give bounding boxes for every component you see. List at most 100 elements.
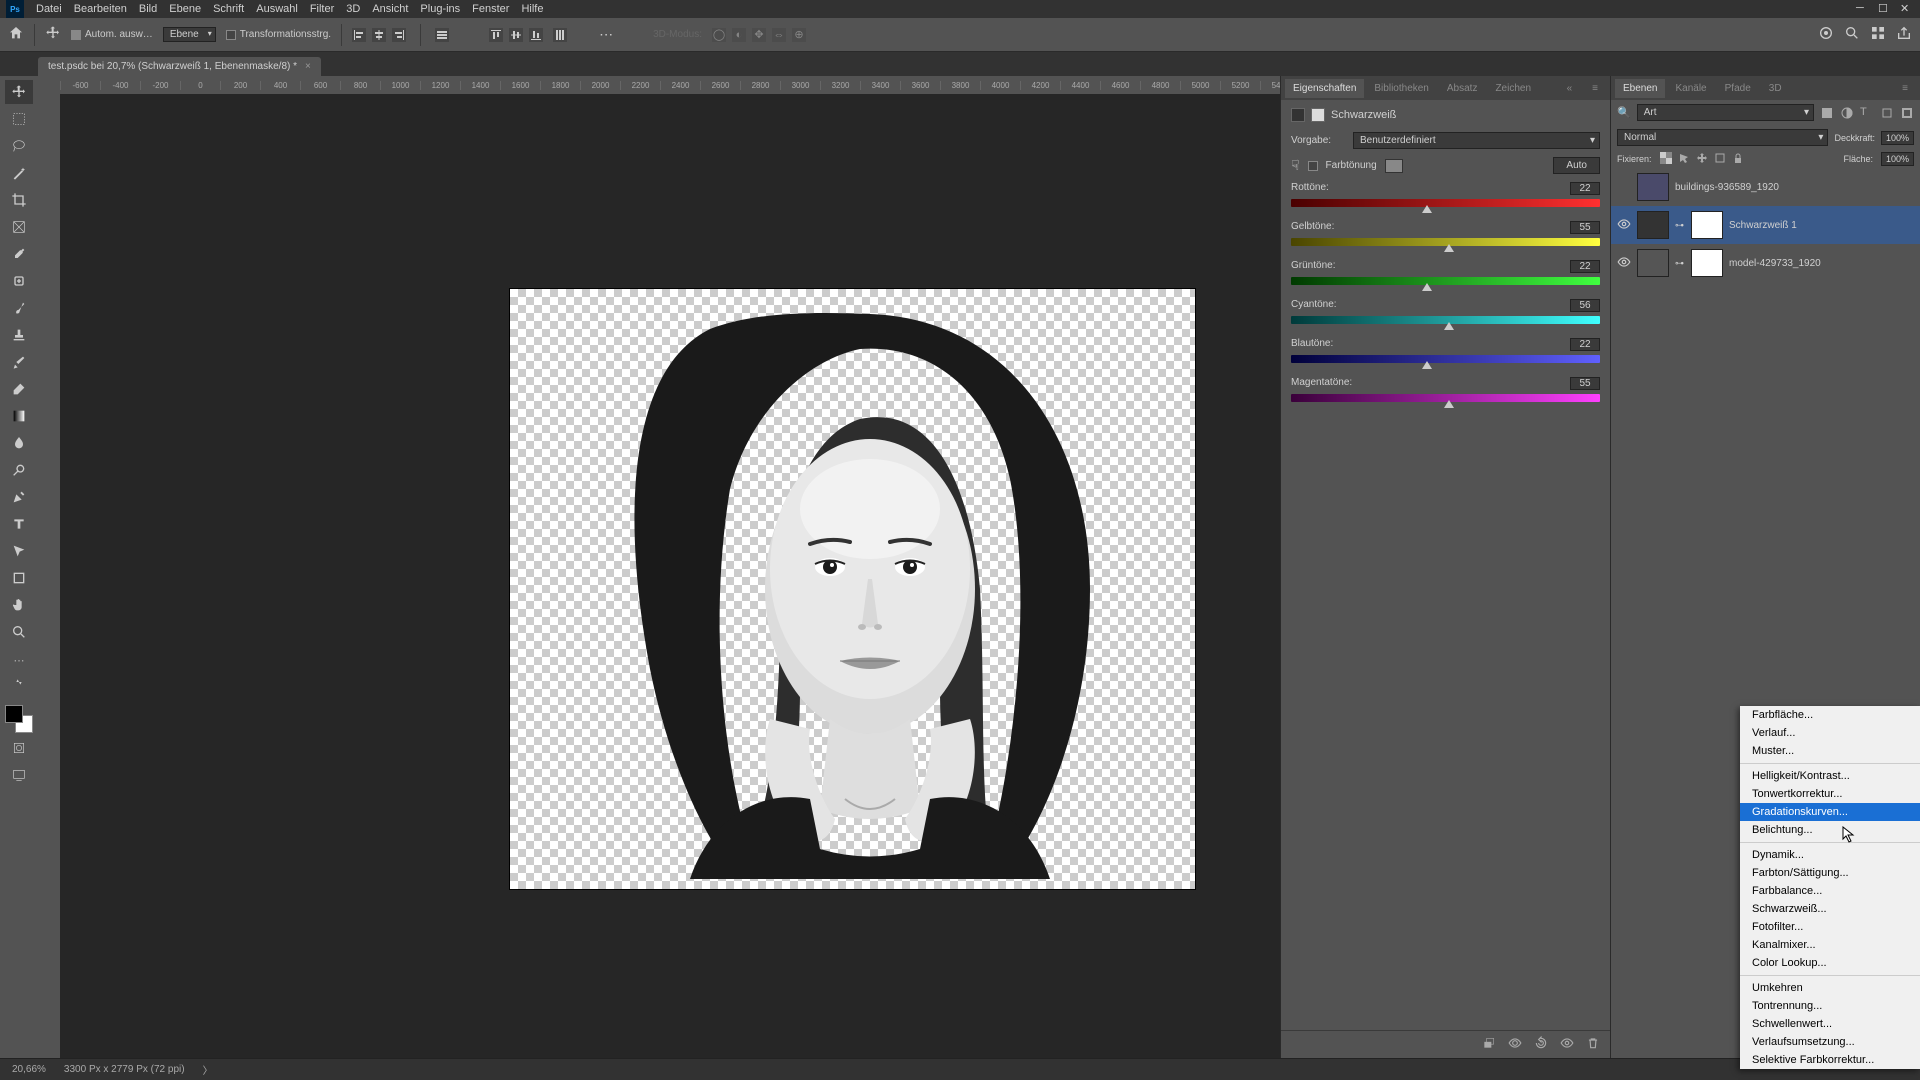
filter-smart-icon[interactable] bbox=[1900, 106, 1914, 120]
layer-item-2[interactable]: ⊶ model-429733_1920 bbox=[1611, 244, 1920, 282]
menu-filter[interactable]: Filter bbox=[310, 3, 334, 15]
home-icon[interactable] bbox=[8, 25, 24, 44]
fill-value[interactable]: 100% bbox=[1881, 152, 1914, 166]
menu-item-selektivefarbkorrektur[interactable]: Selektive Farbkorrektur... bbox=[1740, 1051, 1920, 1069]
document-tab[interactable]: test.psdc bei 20,7% (Schwarzweiß 1, Eben… bbox=[38, 57, 321, 76]
layer-visibility-icon[interactable] bbox=[1617, 217, 1631, 234]
menu-item-tonwertkorrektur[interactable]: Tonwertkorrektur... bbox=[1740, 785, 1920, 803]
menu-item-muster[interactable]: Muster... bbox=[1740, 742, 1920, 760]
layer-filter-dropdown[interactable]: Art bbox=[1637, 104, 1814, 121]
filter-adjust-icon[interactable] bbox=[1840, 106, 1854, 120]
slider-track-2[interactable] bbox=[1291, 277, 1600, 285]
filter-pixel-icon[interactable] bbox=[1820, 106, 1834, 120]
search-icon[interactable] bbox=[1844, 25, 1860, 44]
slider-value-2[interactable]: 22 bbox=[1570, 260, 1600, 273]
menu-item-schwellenwert[interactable]: Schwellenwert... bbox=[1740, 1015, 1920, 1033]
tab-libraries[interactable]: Bibliotheken bbox=[1366, 79, 1436, 98]
slider-track-1[interactable] bbox=[1291, 238, 1600, 246]
layer-type-dropdown[interactable]: Ebene bbox=[163, 27, 216, 42]
stamp-tool[interactable] bbox=[5, 323, 33, 347]
slider-track-3[interactable] bbox=[1291, 316, 1600, 324]
lock-all-icon[interactable] bbox=[1732, 152, 1744, 166]
close-icon[interactable]: ✕ bbox=[1900, 2, 1912, 14]
layer-link-icon[interactable]: ⊶ bbox=[1675, 258, 1685, 269]
cloud-icon[interactable] bbox=[1818, 25, 1834, 44]
zoom-tool[interactable] bbox=[5, 620, 33, 644]
menu-bild[interactable]: Bild bbox=[139, 3, 157, 15]
layer-item-1[interactable]: ⊶ Schwarzweiß 1 bbox=[1611, 206, 1920, 244]
lasso-tool[interactable] bbox=[5, 134, 33, 158]
blend-mode-dropdown[interactable]: Normal bbox=[1617, 129, 1828, 146]
gradient-tool[interactable] bbox=[5, 404, 33, 428]
slider-value-0[interactable]: 22 bbox=[1570, 182, 1600, 195]
hand-tool[interactable] bbox=[5, 593, 33, 617]
dodge-tool[interactable] bbox=[5, 458, 33, 482]
menu-item-farbbalance[interactable]: Farbbalance... bbox=[1740, 882, 1920, 900]
blur-tool[interactable] bbox=[5, 431, 33, 455]
layer-visibility-icon[interactable] bbox=[1617, 255, 1631, 272]
more-options-icon[interactable]: ⋯ bbox=[599, 26, 613, 43]
layer-item-0[interactable]: buildings-936589_1920 bbox=[1611, 168, 1920, 206]
preset-dropdown[interactable]: Benutzerdefiniert bbox=[1353, 132, 1600, 149]
menu-3d[interactable]: 3D bbox=[346, 3, 360, 15]
auto-select-checkbox[interactable] bbox=[71, 30, 81, 40]
clip-to-layer-icon[interactable] bbox=[1482, 1036, 1496, 1053]
tab-layers[interactable]: Ebenen bbox=[1615, 79, 1665, 98]
tab-properties[interactable]: Eigenschaften bbox=[1285, 79, 1364, 98]
maximize-icon[interactable]: ☐ bbox=[1878, 2, 1890, 14]
more-tools-icon[interactable]: ⋯ bbox=[14, 654, 25, 667]
heal-tool[interactable] bbox=[5, 269, 33, 293]
brush-tool[interactable] bbox=[5, 296, 33, 320]
close-tab-icon[interactable]: × bbox=[305, 61, 311, 72]
doc-info[interactable]: 3300 Px x 2779 Px (72 ppi) bbox=[64, 1064, 185, 1075]
path-tool[interactable] bbox=[5, 539, 33, 563]
menu-hilfe[interactable]: Hilfe bbox=[521, 3, 543, 15]
layers-menu-icon[interactable]: ≡ bbox=[1894, 79, 1916, 98]
marquee-tool[interactable] bbox=[5, 107, 33, 131]
menu-item-belichtung[interactable]: Belichtung... bbox=[1740, 821, 1920, 839]
menu-item-umkehren[interactable]: Umkehren bbox=[1740, 979, 1920, 997]
lock-pixels-icon[interactable] bbox=[1678, 152, 1690, 166]
slider-value-4[interactable]: 22 bbox=[1570, 338, 1600, 351]
align-center-h-icon[interactable] bbox=[372, 28, 386, 42]
panel-collapse-icon[interactable]: « bbox=[1559, 79, 1581, 98]
align-left-icon[interactable] bbox=[352, 28, 366, 42]
crop-tool[interactable] bbox=[5, 188, 33, 212]
share-icon[interactable] bbox=[1896, 25, 1912, 44]
edit-toolbar-icon[interactable] bbox=[5, 670, 33, 694]
wand-tool[interactable] bbox=[5, 161, 33, 185]
menu-bearbeiten[interactable]: Bearbeiten bbox=[74, 3, 127, 15]
align-top-icon[interactable] bbox=[489, 28, 503, 42]
layer-thumb[interactable] bbox=[1637, 211, 1669, 239]
move-tool[interactable] bbox=[5, 80, 33, 104]
layer-mask-thumb[interactable] bbox=[1691, 211, 1723, 239]
slider-track-4[interactable] bbox=[1291, 355, 1600, 363]
canvas-image[interactable] bbox=[510, 289, 1195, 889]
menu-item-dynamik[interactable]: Dynamik... bbox=[1740, 846, 1920, 864]
type-tool[interactable] bbox=[5, 512, 33, 536]
menu-item-tontrennung[interactable]: Tontrennung... bbox=[1740, 997, 1920, 1015]
filter-shape-icon[interactable] bbox=[1880, 106, 1894, 120]
menu-auswahl[interactable]: Auswahl bbox=[256, 3, 298, 15]
doc-info-arrow[interactable]: 〉 bbox=[203, 1062, 213, 1077]
menu-ansicht[interactable]: Ansicht bbox=[372, 3, 408, 15]
panel-menu-icon[interactable]: ≡ bbox=[1584, 79, 1606, 98]
menu-item-farbtonsttigung[interactable]: Farbton/Sättigung... bbox=[1740, 864, 1920, 882]
menu-item-gradationskurven[interactable]: Gradationskurven... bbox=[1740, 803, 1920, 821]
align-center-v-icon[interactable] bbox=[509, 28, 523, 42]
color-swatches[interactable] bbox=[5, 705, 33, 733]
lock-transparent-icon[interactable] bbox=[1660, 152, 1672, 166]
distribute-icon[interactable] bbox=[435, 28, 449, 42]
slider-value-3[interactable]: 56 bbox=[1570, 299, 1600, 312]
eraser-tool[interactable] bbox=[5, 377, 33, 401]
minimize-icon[interactable]: ─ bbox=[1856, 2, 1868, 14]
distribute-v-icon[interactable] bbox=[553, 28, 567, 42]
layer-link-icon[interactable]: ⊶ bbox=[1675, 220, 1685, 231]
menu-ebene[interactable]: Ebene bbox=[169, 3, 201, 15]
tab-paragraph[interactable]: Absatz bbox=[1439, 79, 1486, 98]
pen-tool[interactable] bbox=[5, 485, 33, 509]
delete-adjustment-icon[interactable] bbox=[1586, 1036, 1600, 1053]
shape-tool[interactable] bbox=[5, 566, 33, 590]
slider-value-5[interactable]: 55 bbox=[1570, 377, 1600, 390]
menu-item-verlauf[interactable]: Verlauf... bbox=[1740, 724, 1920, 742]
